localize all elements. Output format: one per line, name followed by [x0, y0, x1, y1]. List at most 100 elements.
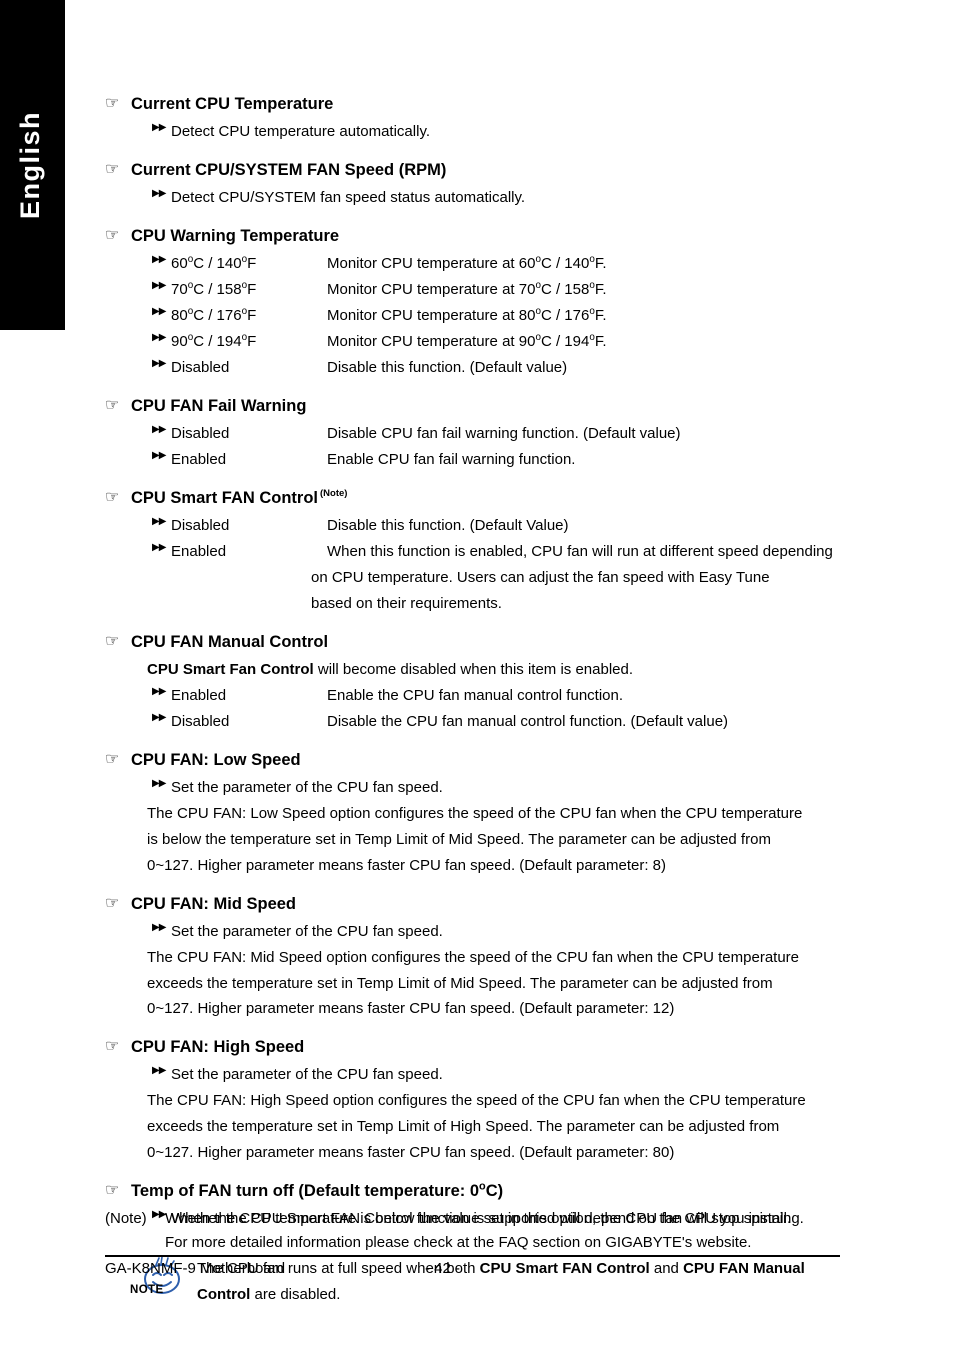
heading-label: CPU FAN Manual Control	[131, 632, 329, 651]
pointing-hand-icon: ☞	[105, 894, 120, 912]
double-arrow-icon: ▶▶	[152, 424, 166, 435]
paragraph-line: is below the temperature set in Temp Lim…	[147, 830, 771, 848]
double-arrow-icon: ▶▶	[152, 515, 166, 527]
footer-page-number: - 42 -	[425, 1260, 461, 1277]
option-description: Monitor CPU temperature at 60oC / 140oF.	[327, 254, 607, 273]
description-row: ▶▶ Detect CPU temperature automatically.	[105, 119, 840, 145]
paragraph-line: The CPU FAN: Mid Speed option configures…	[147, 948, 800, 966]
section-cpu-fan-low-speed: ☞ CPU FAN: Low Speed ▶▶ Set the parameter o…	[105, 750, 840, 879]
option-row: ▶▶ 60oC / 140oF Monitor CPU temperature at…	[105, 251, 840, 277]
heading-label: CPU FAN Fail Warning	[131, 396, 307, 415]
footnote-line-1: (Note) Whether the CPU Smart FAN Control…	[105, 1207, 845, 1231]
paragraph-line: The CPU FAN: Low Speed option configures…	[147, 804, 803, 822]
option-row: ▶▶ Enabled Enable the CPU fan manual contr…	[105, 683, 840, 709]
section-cpu-warning-temperature: ☞ CPU Warning Temperature ▶▶ 60oC / 140oF Mo…	[105, 226, 840, 381]
double-arrow-icon: ▶▶	[152, 188, 166, 200]
pointing-hand-icon: ☞	[105, 1182, 120, 1200]
section-cpu-fan-fail-warning: ☞ CPU FAN Fail Warning ▶▶ Disabled Disable C…	[105, 396, 840, 473]
option-row: ▶▶ Disabled Disable this function. (Defaul…	[105, 355, 840, 381]
option-label: Disabled	[171, 358, 230, 376]
heading-current-cpu-system-fan-speed: ☞ Current CPU/SYSTEM FAN Speed (RPM)	[105, 160, 840, 181]
option-label: 60oC / 140oF	[171, 254, 257, 273]
description-text: Set the parameter of the CPU fan speed.	[171, 1066, 443, 1084]
section-cpu-fan-manual-control: ☞ CPU FAN Manual Control CPU Smart Fan Con…	[105, 632, 840, 735]
option-label: Disabled	[171, 425, 230, 442]
double-arrow-icon: ▶▶	[152, 685, 166, 697]
double-arrow-icon: ▶▶	[152, 1065, 166, 1077]
heading-cpu-fan-fail-warning: ☞ CPU FAN Fail Warning	[105, 396, 840, 417]
heading-cpu-fan-mid-speed: ☞ CPU FAN: Mid Speed	[105, 894, 840, 915]
option-row: ▶▶ Disabled Disable the CPU fan manual con…	[105, 709, 840, 735]
description-text: Detect CPU temperature automatically.	[171, 123, 430, 141]
option-description: When this function is enabled, CPU fan w…	[327, 542, 833, 560]
heading-label: CPU Warning Temperature	[131, 227, 340, 246]
description-text: Set the parameter of the CPU fan speed.	[171, 778, 443, 796]
option-description: Enable CPU fan fail warning function.	[327, 450, 576, 468]
heading-label: CPU FAN: Mid Speed	[131, 894, 297, 913]
heading-label: Current CPU Temperature	[131, 95, 334, 113]
description-text: Detect CPU/SYSTEM fan speed status autom…	[171, 189, 526, 207]
page-footer: GA-K8NMF-9 Motherboard - 42 -	[105, 1260, 840, 1277]
heading-label: CPU FAN: Low Speed	[131, 750, 301, 769]
paragraph-line: exceeds the temperature set in Temp Limi…	[147, 974, 773, 992]
double-arrow-icon: ▶▶	[152, 921, 166, 933]
double-arrow-icon: ▶▶	[152, 777, 166, 789]
option-description: Enable the CPU fan manual control functi…	[327, 686, 624, 704]
section-cpu-smart-fan-control: ☞ CPU Smart FAN Control (Note) ▶▶ Disabled Di…	[105, 488, 840, 617]
pointing-hand-icon: ☞	[105, 227, 120, 245]
option-row: ▶▶ Enabled When this function is enabled, …	[105, 539, 840, 565]
footnote: (Note) Whether the CPU Smart FAN Control…	[105, 1207, 845, 1255]
heading-temp-of-fan-turn-off: ☞ Temp of FAN turn off (Default temperatu…	[105, 1181, 840, 1202]
pointing-hand-icon: ☞	[105, 750, 120, 768]
footnote-marker: (Note)	[105, 1210, 147, 1227]
option-row: ▶▶ Disabled Disable this function. (Defaul…	[105, 513, 840, 539]
option-row: ▶▶ 80oC / 176oF Monitor CPU temperature at…	[105, 303, 840, 329]
option-row: ▶▶ Disabled Disable CPU fan fail warning f…	[105, 421, 840, 447]
description-row: ▶▶ Set the parameter of the CPU fan speed…	[105, 1062, 840, 1088]
pointing-hand-icon: ☞	[105, 396, 120, 414]
language-tab-label: English	[15, 111, 45, 220]
paragraph-line: The CPU FAN: High Speed option configure…	[147, 1092, 806, 1110]
footnote-text-1: Whether the CPU Smart FAN Control functi…	[165, 1210, 792, 1227]
section-current-cpu-temperature: ☞ Current CPU Temperature ▶▶ Detect CPU tem…	[105, 94, 840, 145]
double-arrow-icon: ▶▶	[152, 254, 166, 266]
option-row: ▶▶ Enabled Enable CPU fan fail warning fun…	[105, 447, 840, 473]
heading-cpu-fan-high-speed: ☞ CPU FAN: High Speed	[105, 1037, 840, 1058]
description-row: ▶▶ Detect CPU/SYSTEM fan speed status aut…	[105, 185, 840, 211]
option-description: Monitor CPU temperature at 80oC / 176oF.	[327, 306, 607, 325]
section-cpu-fan-mid-speed: ☞ CPU FAN: Mid Speed ▶▶ Set the parameter o…	[105, 894, 840, 1023]
option-label: Enabled	[171, 542, 227, 560]
option-description: Disable the CPU fan manual control funct…	[327, 712, 729, 730]
option-description: Monitor CPU temperature at 70oC / 158oF.	[327, 280, 607, 299]
continuation-line: based on their requirements.	[311, 594, 502, 612]
pointing-hand-icon: ☞	[105, 95, 120, 112]
option-label: 70oC / 158oF	[171, 280, 257, 299]
description-row: ▶▶ Set the parameter of the CPU fan speed…	[105, 919, 840, 945]
document-body: ☞ Current CPU Temperature ▶▶ Detect CPU tem…	[105, 94, 840, 1308]
option-description: Disable this function. (Default Value)	[327, 516, 569, 534]
note-icon-label: NOTE	[130, 1284, 164, 1297]
heading-current-cpu-temperature: ☞ Current CPU Temperature	[105, 94, 840, 115]
option-label: 90oC / 194oF	[171, 332, 257, 351]
double-arrow-icon: ▶▶	[152, 280, 166, 292]
footer-product-name: GA-K8NMF-9 Motherboard	[105, 1260, 286, 1277]
heading-label: Temp of FAN turn off (Default temperatur…	[131, 1180, 504, 1201]
heading-label: Current CPU/SYSTEM FAN Speed (RPM)	[131, 161, 447, 180]
heading-cpu-fan-manual-control: ☞ CPU FAN Manual Control	[105, 632, 840, 653]
paragraph-line: CPU Smart Fan Control will become disabl…	[147, 660, 634, 678]
description-text: Set the parameter of the CPU fan speed.	[171, 922, 443, 940]
section-current-cpu-system-fan-speed: ☞ Current CPU/SYSTEM FAN Speed (RPM) ▶▶ Det…	[105, 160, 840, 211]
option-label: 80oC / 176oF	[171, 306, 257, 325]
heading-cpu-fan-low-speed: ☞ CPU FAN: Low Speed	[105, 750, 840, 771]
option-label: Disabled	[171, 712, 230, 730]
double-arrow-icon: ▶▶	[152, 357, 166, 369]
footer-divider	[105, 1255, 840, 1257]
heading-note-superscript: (Note)	[320, 488, 348, 500]
language-tab: English	[0, 0, 65, 330]
pointing-hand-icon: ☞	[105, 488, 120, 506]
option-label: Enabled	[171, 686, 227, 704]
heading-label: CPU Smart FAN Control (Note)	[131, 488, 348, 507]
paragraph-line: 0~127. Higher parameter means faster CPU…	[147, 856, 667, 874]
option-description: Disable CPU fan fail warning function. (…	[327, 425, 681, 442]
pointing-hand-icon: ☞	[105, 1038, 120, 1056]
